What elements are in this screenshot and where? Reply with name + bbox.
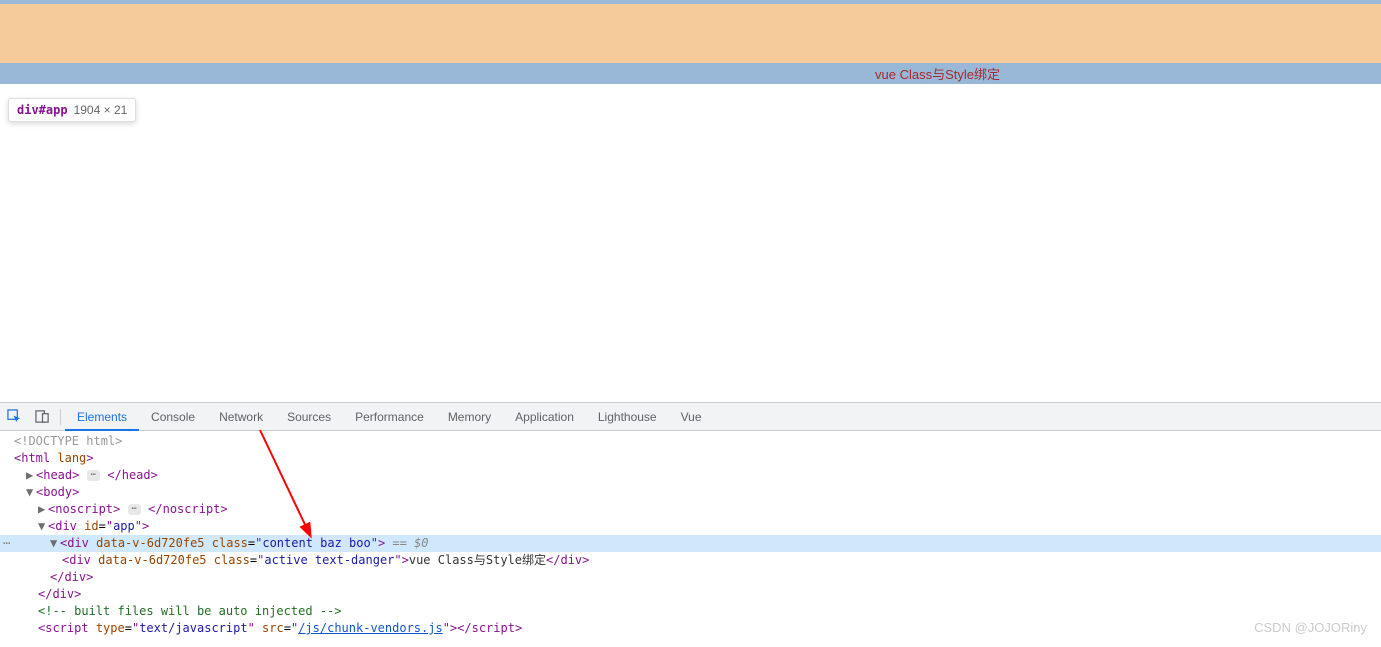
dom-doctype[interactable]: <!DOCTYPE html> [0,433,1381,450]
tab-lighthouse[interactable]: Lighthouse [586,403,669,431]
rendered-page: vue Class与Style绑定 [0,0,1381,84]
dom-close-div1[interactable]: </div> [0,569,1381,586]
dom-div-app[interactable]: ▼<div id="app"> [0,518,1381,535]
tab-memory[interactable]: Memory [436,403,503,431]
dom-comment[interactable]: <!-- built files will be auto injected -… [0,603,1381,620]
tab-performance[interactable]: Performance [343,403,436,431]
banner-text: vue Class与Style绑定 [875,64,1000,83]
devtools-panel: Elements Console Network Sources Perform… [0,402,1381,647]
tab-sources[interactable]: Sources [275,403,343,431]
dom-head[interactable]: ▶<head> ⋯ </head> [0,467,1381,484]
tab-divider [60,409,61,425]
dom-body-open[interactable]: ▼<body> [0,484,1381,501]
dom-noscript[interactable]: ▶<noscript> ⋯ </noscript> [0,501,1381,518]
tooltip-dimensions: 1904 × 21 [74,103,128,117]
tab-network[interactable]: Network [207,403,275,431]
tab-elements[interactable]: Elements [65,403,139,431]
dom-close-div2[interactable]: </div> [0,586,1381,603]
devtools-tabbar: Elements Console Network Sources Perform… [0,403,1381,431]
dom-div-content-selected[interactable]: ▼<div data-v-6d720fe5 class="content baz… [0,535,1381,552]
tab-application[interactable]: Application [503,403,586,431]
watermark: CSDN @JOJORiny [1254,620,1367,635]
orange-banner [0,0,1381,63]
tab-vue[interactable]: Vue [669,403,714,431]
blue-banner: vue Class与Style绑定 [0,63,1381,84]
device-toolbar-icon[interactable] [28,403,56,431]
inspect-element-icon[interactable] [0,403,28,431]
dom-html-open[interactable]: <html lang> [0,450,1381,467]
elements-tree[interactable]: <!DOCTYPE html> <html lang> ▶<head> ⋯ </… [0,431,1381,647]
dom-script[interactable]: <script type="text/javascript" src="/js/… [0,620,1381,637]
tooltip-selector: div#app [17,103,68,117]
dom-div-inner[interactable]: <div data-v-6d720fe5 class="active text-… [0,552,1381,569]
element-inspector-tooltip: div#app 1904 × 21 [8,98,136,122]
tab-console[interactable]: Console [139,403,207,431]
